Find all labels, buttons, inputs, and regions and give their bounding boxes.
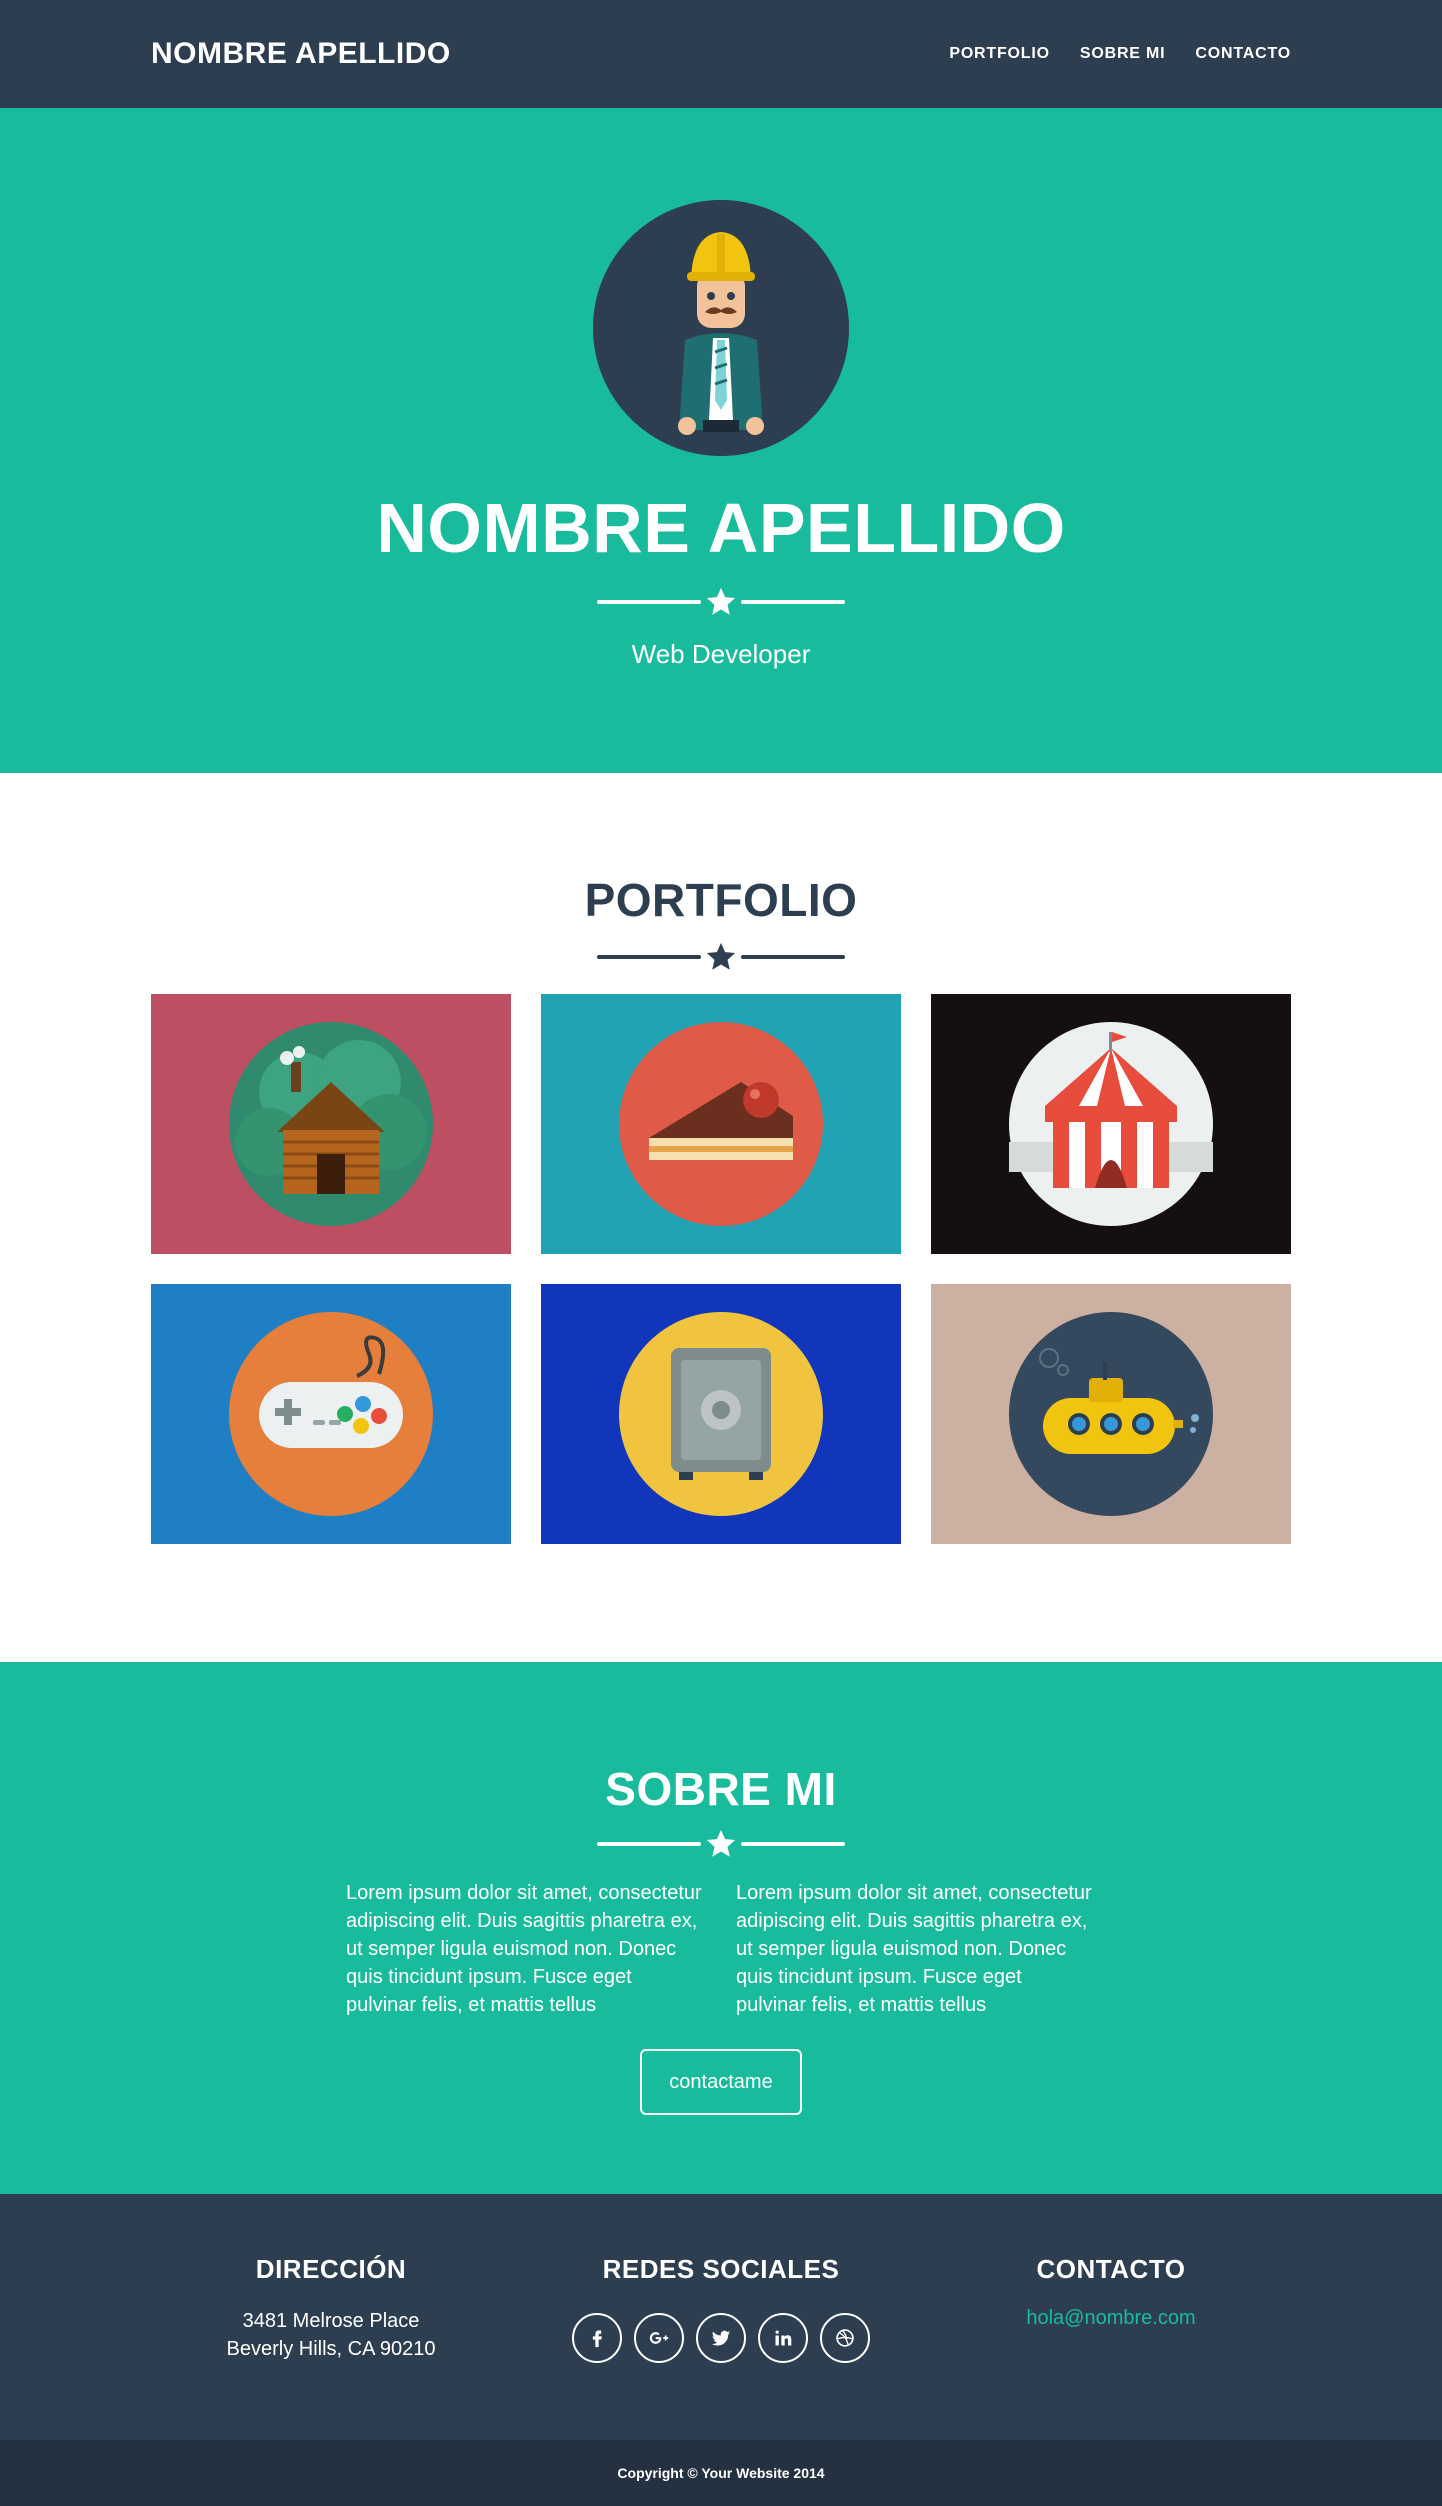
- hero-section: NOMBRE APELLIDO Web Developer: [0, 108, 1442, 773]
- circus-tent-icon: [1009, 1022, 1213, 1227]
- main-menu: PORTFOLIO SOBRE MI CONTACTO: [934, 33, 1291, 75]
- about-divider: [0, 1827, 1442, 1861]
- google-plus-icon: [649, 2332, 669, 2344]
- email-link[interactable]: hola@nombre.com: [1026, 2307, 1195, 2330]
- brand-link[interactable]: NOMBRE APELLIDO: [151, 37, 451, 71]
- hero-divider: [0, 585, 1442, 619]
- developer-avatar-icon: [593, 200, 849, 456]
- nav-link-contacto[interactable]: CONTACTO: [1180, 33, 1291, 75]
- dribbble-icon: [836, 2329, 854, 2347]
- divider-line: [741, 955, 845, 960]
- facebook-icon: [592, 2330, 602, 2348]
- portfolio-divider: [0, 940, 1442, 974]
- divider-line: [597, 600, 701, 604]
- social-buttons: [541, 2313, 901, 2363]
- twitter-button[interactable]: [696, 2313, 746, 2363]
- about-section: SOBRE MI Lorem ipsum dolor sit amet, con…: [0, 1662, 1442, 2194]
- footer-contact: CONTACTO hola@nombre.com: [931, 2254, 1291, 2363]
- nav-link-portfolio[interactable]: PORTFOLIO: [934, 33, 1065, 75]
- address-line-2: Beverly Hills, CA 90210: [226, 2338, 436, 2360]
- portfolio-item-controller[interactable]: [151, 1284, 511, 1545]
- portfolio-item-cake[interactable]: [541, 994, 901, 1255]
- star-icon: [706, 943, 736, 970]
- facebook-button[interactable]: [572, 2313, 622, 2363]
- social-title: REDES SOCIALES: [602, 2254, 840, 2284]
- portfolio-item-submarine[interactable]: [931, 1284, 1291, 1545]
- submarine-icon: [1009, 1312, 1213, 1517]
- dribbble-button[interactable]: [820, 2313, 870, 2363]
- contact-title: CONTACTO: [1036, 2254, 1186, 2284]
- linkedin-button[interactable]: [758, 2313, 808, 2363]
- divider-line: [597, 955, 701, 960]
- portfolio-title: PORTFOLIO: [584, 874, 858, 926]
- hero-title: NOMBRE APELLIDO: [376, 489, 1066, 567]
- footer: DIRECCIÓN 3481 Melrose Place Beverly Hil…: [0, 2194, 1442, 2440]
- footer-social: REDES SOCIALES: [541, 2254, 901, 2363]
- divider-line: [597, 1842, 701, 1847]
- star-icon: [706, 1830, 736, 1857]
- divider-line: [741, 1842, 845, 1847]
- linkedin-icon: [775, 2330, 792, 2346]
- twitter-icon: [711, 2330, 731, 2346]
- portfolio-item-safe[interactable]: [541, 1284, 901, 1545]
- address-title: DIRECCIÓN: [255, 2254, 407, 2284]
- about-text-left: Lorem ipsum dolor sit amet, consectetur …: [346, 1882, 702, 2017]
- address-line-1: 3481 Melrose Place: [242, 2310, 420, 2332]
- nav-link-sobre-mi[interactable]: SOBRE MI: [1065, 33, 1181, 75]
- portfolio-grid: [0, 994, 1442, 1545]
- game-controller-icon: [229, 1312, 433, 1517]
- safe-icon: [619, 1312, 823, 1517]
- navbar: NOMBRE APELLIDO PORTFOLIO SOBRE MI CONTA…: [0, 0, 1442, 108]
- portfolio-item-circus[interactable]: [931, 994, 1291, 1255]
- footer-address: DIRECCIÓN 3481 Melrose Place Beverly Hil…: [151, 2254, 511, 2363]
- about-title: SOBRE MI: [605, 1763, 837, 1815]
- about-columns: Lorem ipsum dolor sit amet, consectetur …: [0, 1879, 1442, 2019]
- about-text-right: Lorem ipsum dolor sit amet, consectetur …: [736, 1882, 1092, 2017]
- divider-line: [741, 600, 845, 604]
- contactame-button[interactable]: contactame: [640, 2049, 802, 2116]
- star-icon: [706, 587, 736, 615]
- hero-subtitle: Web Developer: [631, 639, 811, 669]
- copyright-bar: Copyright © Your Website 2014: [0, 2440, 1442, 2506]
- portfolio-section: PORTFOLIO: [0, 773, 1442, 1662]
- google-plus-button[interactable]: [634, 2313, 684, 2363]
- cake-slice-icon: [619, 1022, 823, 1227]
- portfolio-item-cabin[interactable]: [151, 994, 511, 1255]
- log-cabin-icon: [229, 1022, 433, 1227]
